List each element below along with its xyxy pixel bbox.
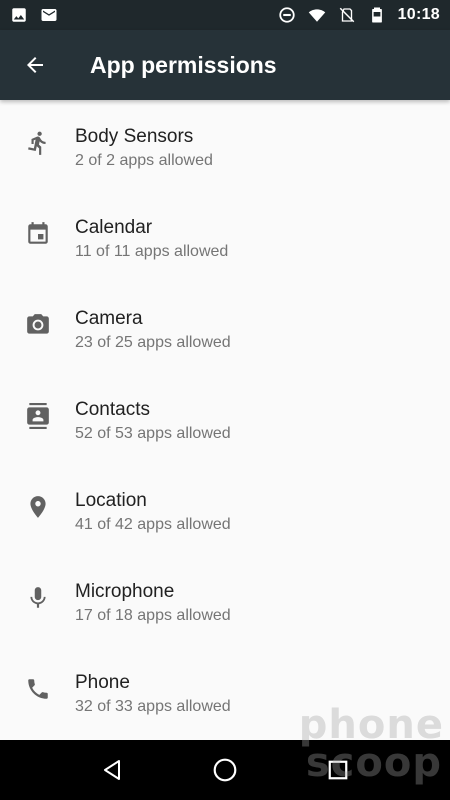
permission-item-location[interactable]: Location 41 of 42 apps allowed	[0, 464, 450, 555]
permission-item-phone[interactable]: Phone 32 of 33 apps allowed	[0, 646, 450, 737]
permission-item-camera[interactable]: Camera 23 of 25 apps allowed	[0, 282, 450, 373]
location-icon	[29, 495, 46, 518]
body-sensors-icon	[27, 131, 46, 155]
permission-subtitle: 41 of 42 apps allowed	[75, 515, 231, 533]
image-notification-icon	[12, 8, 26, 22]
permission-title: Camera	[75, 307, 143, 329]
permission-title: Phone	[75, 671, 130, 693]
app-bar: App permissions	[0, 30, 450, 100]
contacts-icon	[26, 402, 49, 429]
permission-title: Calendar	[75, 216, 153, 238]
permission-item-body-sensors[interactable]: Body Sensors 2 of 2 apps allowed	[0, 100, 450, 191]
permission-subtitle: 52 of 53 apps allowed	[75, 424, 231, 442]
no-sim-icon	[339, 7, 354, 23]
camera-icon	[26, 313, 49, 334]
permissions-list: Body Sensors 2 of 2 apps allowed Calenda…	[0, 100, 450, 740]
permission-subtitle: 32 of 33 apps allowed	[75, 697, 231, 715]
permission-item-calendar[interactable]: Calendar 11 of 11 apps allowed	[0, 191, 450, 282]
permission-subtitle: 2 of 2 apps allowed	[75, 151, 213, 169]
permission-title: Contacts	[75, 398, 150, 420]
nav-home-button[interactable]	[195, 740, 255, 800]
permission-title: Microphone	[75, 580, 175, 602]
permission-item-contacts[interactable]: Contacts 52 of 53 apps allowed	[0, 373, 450, 464]
wifi-icon	[308, 9, 325, 22]
permission-item-microphone[interactable]: Microphone 17 of 18 apps allowed	[0, 555, 450, 646]
nav-recents-button[interactable]	[308, 740, 368, 800]
permission-title: Location	[75, 489, 147, 511]
nav-back-button[interactable]	[82, 740, 142, 800]
status-time: 10:18	[397, 6, 440, 23]
home-circle-icon	[213, 758, 237, 782]
permission-title: Body Sensors	[75, 125, 194, 147]
arrow-back-icon	[27, 57, 43, 73]
gmail-notification-icon	[41, 9, 57, 21]
phone-icon	[27, 678, 48, 699]
back-button[interactable]	[0, 30, 70, 100]
status-bar: 10:18	[0, 0, 450, 30]
battery-icon	[371, 7, 382, 23]
recents-square-icon	[328, 760, 348, 780]
permission-subtitle: 17 of 18 apps allowed	[75, 606, 231, 624]
navigation-bar	[0, 740, 450, 800]
permission-subtitle: 11 of 11 apps allowed	[75, 242, 229, 260]
page-title: App permissions	[90, 51, 277, 78]
calendar-icon	[27, 221, 48, 244]
microphone-icon	[29, 586, 46, 608]
permission-subtitle: 23 of 25 apps allowed	[75, 333, 231, 351]
back-triangle-icon	[103, 760, 120, 780]
do-not-disturb-icon	[278, 7, 295, 23]
